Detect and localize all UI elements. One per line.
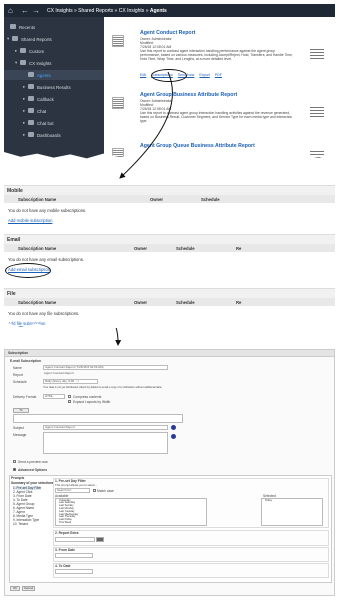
- email-section-header: Email: [4, 234, 335, 244]
- send-preview-checkbox[interactable]: [13, 460, 16, 463]
- compress-label: Compress contents: [73, 395, 102, 399]
- prompts-header: Prompts: [11, 476, 25, 480]
- expand-layouts-checkbox[interactable]: [68, 400, 71, 403]
- prompt-tree-item[interactable]: 10. Tenant: [13, 522, 28, 526]
- info-icon[interactable]: [171, 434, 176, 439]
- file-section-header: File: [4, 288, 335, 298]
- section-title: Mobile: [7, 188, 23, 194]
- to-date-prompt: [53, 563, 329, 578]
- message-label: Message: [13, 433, 27, 437]
- highlight-circle: [5, 263, 51, 278]
- from-date-prompt: [53, 547, 329, 562]
- file-table-header: Subscription Name Owner Schedule Re: [4, 298, 335, 306]
- name-label: Name: [13, 366, 22, 370]
- name-input[interactable]: Agent Conduct Report (7/26/18 8:44:03 AM…: [43, 365, 168, 370]
- dialog-title-bar: Subscription: [5, 350, 334, 357]
- search-input[interactable]: Search for:: [55, 488, 90, 493]
- from-date-input[interactable]: [55, 553, 93, 558]
- subject-label: Subject: [13, 426, 24, 430]
- column-header[interactable]: Re: [236, 300, 241, 305]
- schedule-label: Schedule: [13, 380, 27, 384]
- column-header[interactable]: Schedule: [201, 197, 220, 202]
- mobile-table-header: Subscription Name Owner Schedule: [4, 195, 335, 203]
- empty-message: You do not have any file subscriptions.: [8, 311, 80, 316]
- delivery-format-select[interactable]: HTML: [43, 394, 65, 399]
- prompt-input[interactable]: [55, 537, 95, 542]
- column-header[interactable]: Subscription Name: [18, 246, 56, 251]
- compress-checkbox[interactable]: [68, 395, 71, 398]
- column-header[interactable]: Owner: [134, 300, 147, 305]
- section-title: File: [7, 291, 16, 297]
- recipients-field[interactable]: [13, 414, 183, 423]
- delivery-format-label: Delivery Format: [13, 395, 37, 399]
- report-label: Report: [13, 373, 23, 377]
- add-mobile-subscription-link[interactable]: Add mobile subscription: [8, 218, 52, 223]
- match-case-checkbox[interactable]: [93, 489, 96, 492]
- ok-button[interactable]: OK: [10, 586, 20, 591]
- torn-edge: [4, 322, 335, 328]
- advanced-options-toggle[interactable]: [13, 468, 16, 471]
- info-icon[interactable]: [171, 425, 176, 430]
- arrow-to-subscriptions: [119, 71, 173, 179]
- column-header[interactable]: Schedule: [176, 246, 195, 251]
- mobile-section-header: Mobile: [4, 185, 335, 195]
- schedule-select[interactable]: Daily (Every day, 6:00 ...): [43, 379, 98, 384]
- selected-list[interactable]: [261, 498, 323, 526]
- subscriptions-panel: Mobile Subscription Name Owner Schedule …: [4, 181, 335, 328]
- send-preview-label: Send a preview now: [18, 460, 48, 464]
- column-header[interactable]: Re: [236, 246, 241, 251]
- to-button[interactable]: To: [13, 408, 29, 413]
- column-header[interactable]: Owner: [134, 246, 147, 251]
- to-date-input[interactable]: [55, 569, 93, 574]
- prompt-title: 2. Report Extra: [55, 531, 79, 535]
- selected-item[interactable]: Today: [265, 499, 272, 502]
- empty-message: You do not have any email subscriptions.: [8, 257, 84, 262]
- match-case-label: Match case: [97, 489, 114, 493]
- prompt-tree-item[interactable]: Summary of your selections: [11, 481, 54, 485]
- prompt-title: 4. To Date: [55, 564, 71, 568]
- column-header[interactable]: Subscription Name: [18, 197, 56, 202]
- column-header[interactable]: Schedule: [176, 300, 195, 305]
- cancel-button[interactable]: Cancel: [22, 586, 35, 591]
- calendar-button[interactable]: [96, 537, 104, 542]
- message-textarea[interactable]: [43, 432, 168, 454]
- prompt-description: This prompt allows you to select...: [55, 483, 98, 487]
- empty-message: You do not have any mobile subscriptions…: [8, 208, 87, 213]
- advanced-options-label: Advanced Options: [18, 468, 48, 472]
- dialog-subtitle: E-mail Subscription: [10, 359, 41, 363]
- available-item[interactable]: This Week: [59, 521, 71, 524]
- dialog-title: Subscription: [8, 351, 29, 355]
- subject-input[interactable]: Agent Conduct Report: [43, 425, 168, 430]
- section-title: Email: [7, 237, 21, 243]
- column-header[interactable]: Owner: [150, 197, 163, 202]
- prompt-title: 3. From Date: [55, 548, 75, 552]
- report-value: Agent Conduct Report: [44, 372, 74, 375]
- schedule-note: Your data is not yet distributed. Attach…: [43, 386, 163, 389]
- expand-layouts-label: Expand Layouts by Width: [73, 400, 111, 404]
- email-table-header: Subscription Name Owner Schedule Re: [4, 244, 335, 252]
- subscription-dialog: Subscription E-mail Subscription Name Ag…: [4, 349, 335, 596]
- column-header[interactable]: Subscription Name: [18, 300, 56, 305]
